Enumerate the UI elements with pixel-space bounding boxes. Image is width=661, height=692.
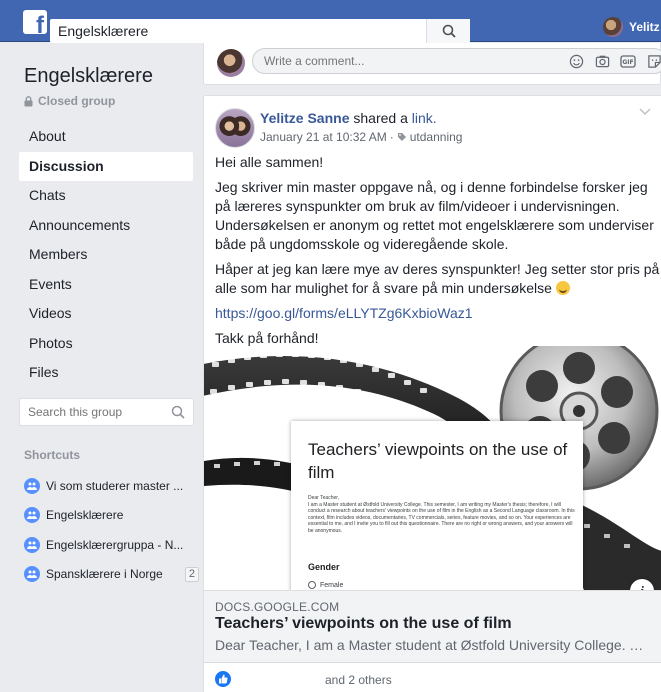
nav-item-chats[interactable]: Chats bbox=[19, 181, 193, 211]
post-header: Yelitze Sanne shared a link. bbox=[260, 110, 437, 126]
profile-name: Yelitz bbox=[629, 20, 660, 34]
shortcut-item[interactable]: Vi som studerer master ... bbox=[24, 471, 199, 501]
shortcut-item[interactable]: Spansklærere i Norge 2 bbox=[24, 560, 199, 590]
group-sidebar: Engelsklærere Closed group About Discuss… bbox=[0, 43, 202, 692]
svg-text:GIF: GIF bbox=[622, 59, 633, 66]
lock-icon bbox=[24, 95, 33, 106]
meta-separator: · bbox=[389, 130, 394, 144]
form-link[interactable]: https://goo.gl/forms/eLLYTZg6KxbioWaz1 bbox=[215, 305, 473, 321]
like-reaction-icon[interactable] bbox=[215, 671, 231, 687]
form-intro: Dear Teacher, I am a Master student at Ø… bbox=[308, 495, 575, 534]
shortcut-item[interactable]: Engelsklærere bbox=[24, 501, 199, 531]
search-icon[interactable] bbox=[171, 405, 185, 419]
form-preview-card: Teachers’ viewpoints on the use of film … bbox=[291, 421, 583, 590]
emoji-icon[interactable] bbox=[568, 53, 584, 69]
group-search-box bbox=[19, 398, 194, 426]
search-icon bbox=[442, 24, 456, 38]
shortcuts-list: Vi som studerer master ... Engelsklærere… bbox=[24, 471, 199, 589]
global-search-box bbox=[50, 19, 470, 43]
link-domain: DOCS.GOOGLE.COM bbox=[215, 600, 340, 614]
shortcuts-heading: Shortcuts bbox=[24, 448, 81, 462]
avatar[interactable] bbox=[215, 108, 255, 148]
nav-item-files[interactable]: Files bbox=[19, 358, 193, 388]
link-preview-meta[interactable]: DOCS.GOOGLE.COM Teachers’ viewpoints on … bbox=[204, 590, 661, 662]
group-title[interactable]: Engelsklærere bbox=[24, 65, 153, 88]
avatar bbox=[603, 17, 623, 37]
global-search-button[interactable] bbox=[426, 19, 470, 43]
post-paragraph: Hei alle sammen! bbox=[215, 154, 324, 170]
nav-item-members[interactable]: Members bbox=[19, 240, 193, 270]
shortcut-label: Engelsklærere bbox=[46, 508, 124, 523]
nav-item-events[interactable]: Events bbox=[19, 270, 193, 300]
nav-item-announcements[interactable]: Announcements bbox=[19, 211, 193, 241]
camera-icon[interactable] bbox=[594, 53, 610, 69]
form-question: Gender bbox=[308, 562, 340, 572]
group-nav: About Discussion Chats Announcements Mem… bbox=[19, 122, 193, 388]
group-search-input[interactable] bbox=[20, 399, 160, 425]
group-icon bbox=[24, 477, 40, 494]
shortcut-item[interactable]: Engelsklærergruppa - N... bbox=[24, 530, 199, 560]
form-option: Female bbox=[308, 581, 343, 589]
post-tag[interactable]: utdanning bbox=[410, 130, 463, 144]
link-title: Teachers’ viewpoints on the use of film bbox=[215, 615, 512, 632]
post-paragraph: https://goo.gl/forms/eLLYTZg6KxbioWaz1 bbox=[215, 304, 660, 323]
author-name-link[interactable]: Yelitze Sanne bbox=[260, 110, 349, 126]
notification-badge: 2 bbox=[184, 566, 199, 582]
link-description: Dear Teacher, I am a Master student at Ø… bbox=[215, 637, 645, 653]
nav-item-about[interactable]: About bbox=[19, 122, 193, 152]
group-icon bbox=[24, 536, 40, 553]
nav-item-videos[interactable]: Videos bbox=[19, 299, 193, 329]
comment-input-wrapper: GIF bbox=[252, 48, 661, 74]
post-paragraph: Jeg skriver min master oppgave nå, og i … bbox=[215, 179, 654, 252]
shortcut-label: Spansklærere i Norge bbox=[46, 567, 163, 582]
global-search-input[interactable] bbox=[50, 19, 430, 43]
feed-post: Yelitze Sanne shared a link. January 21 … bbox=[203, 95, 661, 692]
shortcut-label: Vi som studerer master ... bbox=[46, 478, 184, 493]
avatar bbox=[217, 49, 245, 77]
nav-item-discussion[interactable]: Discussion bbox=[19, 151, 193, 181]
tag-icon bbox=[397, 133, 406, 141]
comment-input[interactable] bbox=[253, 49, 533, 73]
post-text: Hei alle sammen! Jeg skriver min master … bbox=[215, 153, 660, 354]
post-meta: January 21 at 10:32 AM · utdanning bbox=[260, 130, 462, 144]
group-privacy: Closed group bbox=[24, 94, 115, 108]
post-paragraph: Håper at jeg kan lære mye av deres synsp… bbox=[215, 261, 660, 296]
top-navigation-bar: f Yelitz bbox=[0, 0, 661, 43]
post-action: shared a bbox=[353, 110, 408, 126]
reactions-count[interactable]: and 2 others bbox=[325, 673, 392, 687]
sticker-icon[interactable] bbox=[646, 53, 661, 69]
gif-icon[interactable]: GIF bbox=[620, 53, 636, 69]
nav-item-photos[interactable]: Photos bbox=[19, 329, 193, 359]
profile-link[interactable]: Yelitz bbox=[603, 17, 660, 37]
smiley-emoji-icon bbox=[555, 281, 570, 295]
group-icon bbox=[24, 507, 40, 524]
shortcut-label: Engelsklærergruppa - N... bbox=[46, 537, 184, 552]
chevron-down-icon[interactable] bbox=[639, 108, 651, 116]
group-icon bbox=[24, 566, 40, 583]
form-title: Teachers’ viewpoints on the use of film bbox=[308, 440, 568, 482]
shared-link[interactable]: link. bbox=[412, 110, 437, 126]
comment-composer: GIF bbox=[203, 43, 661, 85]
reactions-bar: and 2 others bbox=[204, 662, 661, 692]
link-preview-image[interactable]: Teachers’ viewpoints on the use of film … bbox=[204, 346, 661, 590]
facebook-logo-icon[interactable]: f bbox=[23, 10, 47, 34]
post-timestamp[interactable]: January 21 at 10:32 AM bbox=[260, 130, 387, 144]
privacy-label: Closed group bbox=[38, 94, 116, 108]
